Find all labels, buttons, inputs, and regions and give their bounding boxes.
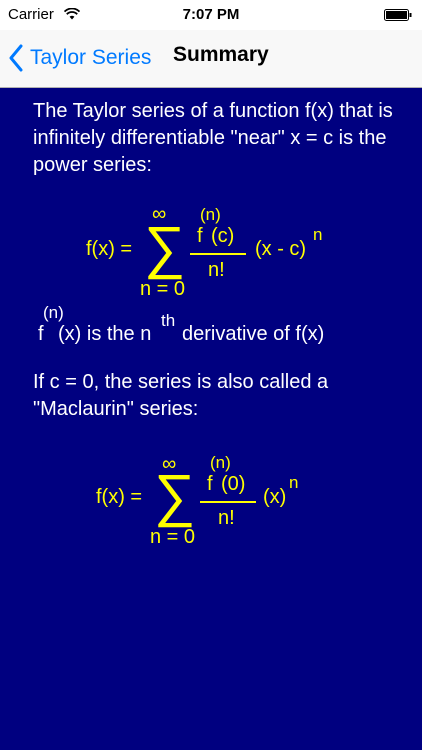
maclaurin-denominator: n! [218, 507, 235, 529]
chevron-left-icon [9, 44, 23, 72]
maclaurin-intro-text: If c = 0, the series is also called a "M… [33, 371, 329, 420]
taylor-lhs: f(x) = [86, 238, 133, 260]
page-title: Summary [173, 43, 269, 66]
back-button[interactable]: Taylor Series [8, 40, 151, 76]
maclaurin-lhs: f(x) = [96, 486, 143, 508]
taylor-derivative-order: (n) [200, 205, 221, 224]
maclaurin-numerator-f: f [207, 473, 213, 495]
taylor-denominator: n! [208, 259, 225, 281]
maclaurin-formula: f(x) = ∞ ∑ n = 0 (n) f (0) n! (x) n [0, 453, 422, 554]
taylor-exponent: n [313, 225, 323, 244]
taylor-factor: (x - c) [255, 238, 307, 260]
back-button-label: Taylor Series [30, 46, 152, 69]
summary-content: The Taylor series of a function f(x) tha… [0, 88, 422, 750]
maclaurin-derivative-order: (n) [210, 453, 231, 472]
derivative-note: (n) f (x) is the n th derivative of f(x) [38, 303, 398, 353]
taylor-intro-text: The Taylor series of a function f(x) tha… [33, 100, 393, 176]
taylor-numerator-arg: (c) [211, 225, 235, 247]
derivative-order: (n) [43, 303, 64, 322]
maclaurin-sigma: ∑ [154, 463, 196, 528]
status-bar: Carrier 7:07 PM [0, 0, 422, 30]
taylor-numerator-f: f [197, 225, 203, 247]
taylor-lower-limit: n = 0 [140, 278, 186, 300]
maclaurin-numerator-arg: (0) [221, 473, 246, 495]
taylor-formula: f(x) = ∞ ∑ n = 0 (n) f (c) n! (x - c) n [0, 203, 422, 303]
navigation-bar: Taylor Series Summary [0, 30, 422, 88]
derivative-f: f [38, 323, 44, 345]
battery-icon [384, 9, 412, 21]
status-time: 7:07 PM [182, 6, 240, 23]
derivative-superscript: th [161, 311, 176, 330]
derivative-text-a: (x) is the n [58, 323, 152, 345]
derivative-text-b: derivative of f(x) [182, 323, 325, 345]
maclaurin-lower-limit: n = 0 [150, 526, 196, 548]
taylor-fraction-bar [190, 253, 246, 255]
app-screen: Carrier 7:07 PM Taylor Series Summary Th… [0, 0, 422, 750]
maclaurin-factor: (x) [263, 486, 287, 508]
taylor-sigma: ∑ [144, 215, 186, 280]
maclaurin-exponent: n [289, 473, 299, 492]
maclaurin-fraction-bar [200, 501, 256, 503]
